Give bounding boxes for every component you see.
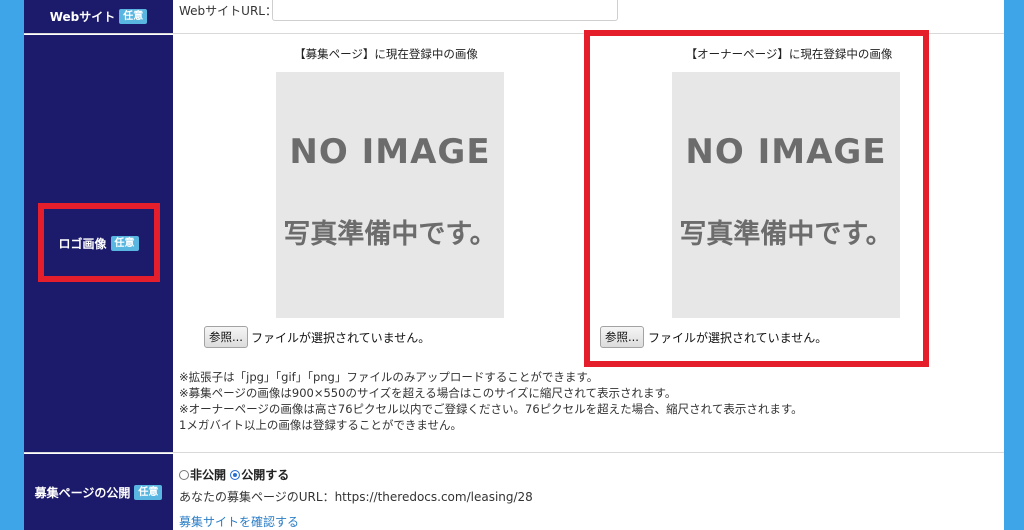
radio-public[interactable] bbox=[230, 470, 241, 480]
row-divider bbox=[24, 452, 1004, 453]
no-image-text: NO IMAGE bbox=[289, 132, 491, 172]
optional-badge: 任意 bbox=[134, 484, 163, 500]
highlight-box-owner-image bbox=[584, 30, 929, 367]
recruit-image-caption: 【募集ページ】に現在登録中の画像 bbox=[294, 47, 478, 61]
note-recruit-size: ※募集ページの画像は900×550のサイズを超える場合はこのサイズに縮尺されて表… bbox=[179, 386, 677, 400]
radio-private-label: 非公開 bbox=[190, 468, 227, 482]
publish-radio-group: 非公開 公開する bbox=[179, 466, 289, 483]
highlight-box-logo-label bbox=[38, 203, 160, 282]
note-owner-size: ※オーナーページの画像は高さ76ピクセル以内でご登録ください。76ピクセルを超え… bbox=[179, 402, 803, 416]
recruit-image-placeholder: NO IMAGE 写真準備中です。 bbox=[276, 72, 504, 318]
confirm-site-link[interactable]: 募集サイトを確認する bbox=[179, 513, 299, 530]
publish-url-text: あなたの募集ページのURL：https://theredocs.com/leas… bbox=[179, 490, 533, 504]
no-image-subtext: 写真準備中です。 bbox=[283, 219, 497, 250]
recruit-no-file-text: ファイルが選択されていません。 bbox=[251, 331, 431, 345]
recruit-browse-button[interactable]: 参照... bbox=[204, 326, 248, 348]
radio-public-label: 公開する bbox=[241, 468, 290, 482]
website-label: Webサイト bbox=[49, 10, 116, 24]
optional-badge: 任意 bbox=[119, 9, 148, 24]
website-label-cell: Webサイト 任意 bbox=[24, 0, 173, 33]
form-panel: Webサイト 任意 WebサイトURL： ロゴ画像 任意 【募集ページ】に現在登… bbox=[24, 0, 1004, 530]
website-url-label: WebサイトURL： bbox=[179, 4, 277, 18]
radio-private[interactable] bbox=[179, 470, 189, 480]
publish-label: 募集ページの公開 bbox=[34, 485, 131, 500]
publish-label-cell: 募集ページの公開 任意 bbox=[24, 454, 173, 530]
note-max-filesize: 1メガバイト以上の画像は登録することができません。 bbox=[179, 418, 462, 432]
website-url-input[interactable] bbox=[272, 0, 618, 21]
note-extension: ※拡張子は「jpg」「gif」「png」ファイルのみアップロードすることができま… bbox=[179, 370, 599, 384]
